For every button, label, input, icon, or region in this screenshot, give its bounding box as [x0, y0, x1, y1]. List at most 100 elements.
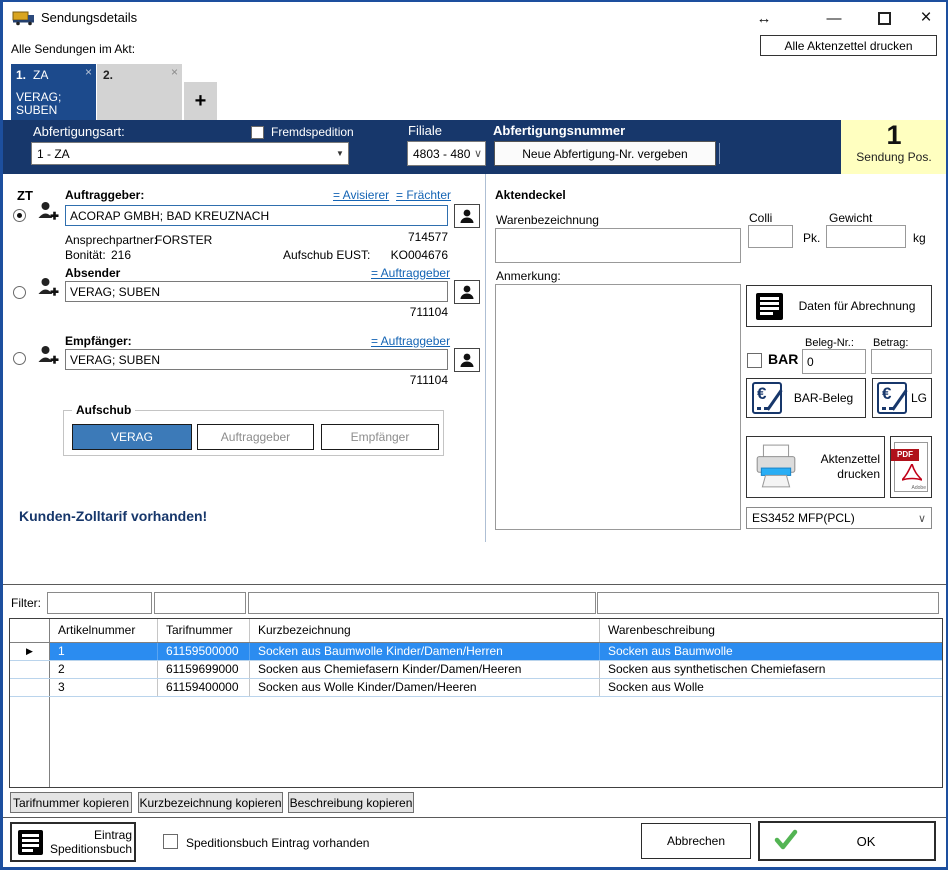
beleg-nr-input[interactable] [802, 349, 866, 374]
absender-number: 711104 [384, 305, 448, 319]
aktenzettel-drucken-button[interactable]: Aktenzettel drucken [746, 436, 885, 498]
absender-contact-button[interactable] [454, 280, 480, 304]
tab2-close-icon[interactable]: × [171, 65, 178, 79]
warenbezeichnung-input[interactable] [495, 228, 741, 263]
eintrag-speditionsbuch-button[interactable]: Eintrag Speditionsbuch [10, 822, 136, 862]
printer-value: ES3452 MFP(PCL) [747, 511, 913, 525]
tab1-type: ZA [33, 68, 48, 82]
printer-chevron-icon: ∨ [913, 512, 931, 525]
fremdspedition-checkbox[interactable] [251, 126, 264, 139]
filter-input-artikelnummer[interactable] [47, 592, 152, 614]
tab1-close-icon[interactable]: × [85, 65, 92, 79]
row-selector-rail [10, 697, 50, 787]
sendungsdetails-window: Sendungsdetails ↔ — × Alle Sendungen im … [0, 0, 948, 870]
empfaenger-input[interactable] [65, 349, 448, 370]
bar-checkbox[interactable] [747, 353, 762, 368]
footer-border [3, 817, 946, 818]
bar-beleg-button[interactable]: € BAR-Beleg [746, 378, 866, 418]
column-header-warenbeschreibung[interactable]: Warenbeschreibung [600, 619, 942, 642]
anmerkung-label: Anmerkung: [496, 269, 561, 283]
empfaenger-contact-button[interactable] [454, 348, 480, 372]
column-header-tarifnummer[interactable]: Tarifnummer [158, 619, 250, 642]
printer-select[interactable]: ES3452 MFP(PCL) ∨ [746, 507, 932, 529]
ok-button[interactable]: OK [758, 821, 936, 861]
pdf-export-button[interactable]: PDF Adobe [890, 436, 932, 498]
filter-input-kurzbezeichnung[interactable] [248, 592, 596, 614]
tab-shipment-2[interactable]: 2. × [97, 64, 182, 120]
aktendeckel-title: Aktendeckel [495, 188, 566, 202]
filiale-select[interactable]: 4803 - 480 ∨ [407, 141, 486, 166]
cell-artikelnummer: 3 [50, 679, 158, 696]
filter-input-tarifnummer[interactable] [154, 592, 246, 614]
panel-divider [485, 174, 486, 542]
add-person-icon[interactable] [37, 344, 59, 371]
daten-abrechnung-button[interactable]: Daten für Abrechnung [746, 285, 932, 327]
table-row[interactable]: 3 61159400000 Socken aus Wolle Kinder/Da… [10, 679, 942, 697]
fraechter-link[interactable]: = Frächter [396, 188, 451, 202]
copy-beschreibung-button[interactable]: Beschreibung kopieren [288, 792, 414, 813]
auftraggeber-radio[interactable] [13, 209, 26, 222]
dropdown-arrow-icon: ▼ [332, 149, 348, 158]
betrag-input[interactable] [871, 349, 932, 374]
aufschub-auftraggeber-button[interactable]: Auftraggeber [197, 424, 314, 450]
avisierer-link[interactable]: = Avisierer [333, 188, 389, 202]
close-button[interactable]: × [913, 7, 939, 29]
tab-shipment-1[interactable]: 1. ZA × VERAG; SUBEN [11, 64, 96, 120]
resize-icon[interactable]: ↔ [751, 7, 777, 29]
fremdspedition-label: Fremdspedition [271, 125, 354, 139]
absender-auftraggeber-link[interactable]: = Auftraggeber [371, 266, 450, 280]
absender-radio[interactable] [13, 286, 26, 299]
empfaenger-auftraggeber-link[interactable]: = Auftraggeber [371, 334, 450, 348]
lg-button[interactable]: € LG [872, 378, 932, 418]
cell-tarifnummer: 61159500000 [158, 643, 250, 660]
auftraggeber-contact-button[interactable] [454, 204, 480, 228]
minimize-button[interactable]: — [821, 7, 847, 29]
bar-label: BAR [768, 351, 798, 367]
add-shipment-button[interactable]: + [184, 82, 217, 120]
filiale-label: Filiale [408, 123, 442, 138]
table-row[interactable]: ▶ 1 61159500000 Socken aus Baumwolle Kin… [10, 643, 942, 661]
aufschub-verag-button[interactable]: VERAG [72, 424, 192, 450]
aufschub-group: Aufschub VERAG Auftraggeber Empfänger [63, 410, 444, 456]
filiale-chevron-icon: ∨ [471, 147, 485, 160]
empfaenger-radio[interactable] [13, 352, 26, 365]
ok-label: OK [798, 834, 934, 849]
maximize-button[interactable] [871, 7, 897, 29]
colli-label: Colli [749, 211, 772, 225]
auftraggeber-number: 714577 [384, 230, 448, 244]
table-header-row: Artikelnummer Tarifnummer Kurzbezeichnun… [10, 619, 942, 643]
sendung-pos-count: 1 [841, 120, 947, 150]
absender-input[interactable] [65, 281, 448, 302]
gewicht-input[interactable] [826, 225, 906, 248]
cell-kurzbezeichnung: Socken aus Wolle Kinder/Damen/Heeren [250, 679, 600, 696]
bonitaet-value: 216 [111, 248, 131, 262]
anmerkung-textarea[interactable] [495, 284, 741, 530]
filter-input-warenbeschreibung[interactable] [597, 592, 939, 614]
add-person-icon[interactable] [37, 200, 59, 227]
auftraggeber-input[interactable] [65, 205, 448, 226]
abbrechen-button[interactable]: Abbrechen [641, 823, 751, 859]
colli-input[interactable] [748, 225, 793, 248]
aufschub-empfaenger-button[interactable]: Empfänger [321, 424, 439, 450]
abfertigungsart-label: Abfertigungsart: [33, 124, 125, 139]
copy-kurzbezeichnung-button[interactable]: Kurzbezeichnung kopieren [138, 792, 283, 813]
add-person-icon[interactable] [37, 276, 59, 303]
zt-label: ZT [17, 188, 33, 203]
speditionsbuch-checkbox[interactable] [163, 834, 178, 849]
row-pointer-icon: ▶ [10, 643, 50, 660]
beleg-nr-label: Beleg-Nr.: [805, 337, 854, 349]
cell-warenbeschreibung: Socken aus synthetischen Chemiefasern [600, 661, 942, 678]
print-all-aktenzettel-button[interactable]: Alle Aktenzettel drucken [760, 35, 937, 56]
abfertigungsart-select[interactable]: 1 - ZA ▼ [31, 142, 349, 165]
column-header-kurzbezeichnung[interactable]: Kurzbezeichnung [250, 619, 600, 642]
speditionsbuch-checkbox-label: Speditionsbuch Eintrag vorhanden [186, 836, 369, 850]
list-icon [756, 293, 783, 320]
cell-artikelnummer: 2 [50, 661, 158, 678]
cell-kurzbezeichnung: Socken aus Baumwolle Kinder/Damen/Herren [250, 643, 600, 660]
neue-abfertigungsnr-button[interactable]: Neue Abfertigung-Nr. vergeben [494, 141, 716, 166]
copy-tarifnummer-button[interactable]: Tarifnummer kopieren [10, 792, 132, 813]
table-row[interactable]: 2 61159699000 Socken aus Chemiefasern Ki… [10, 661, 942, 679]
column-header-artikelnummer[interactable]: Artikelnummer [50, 619, 158, 642]
pk-suffix: Pk. [803, 231, 820, 245]
aufschub-eust-label: Aufschub EUST: [283, 248, 370, 262]
